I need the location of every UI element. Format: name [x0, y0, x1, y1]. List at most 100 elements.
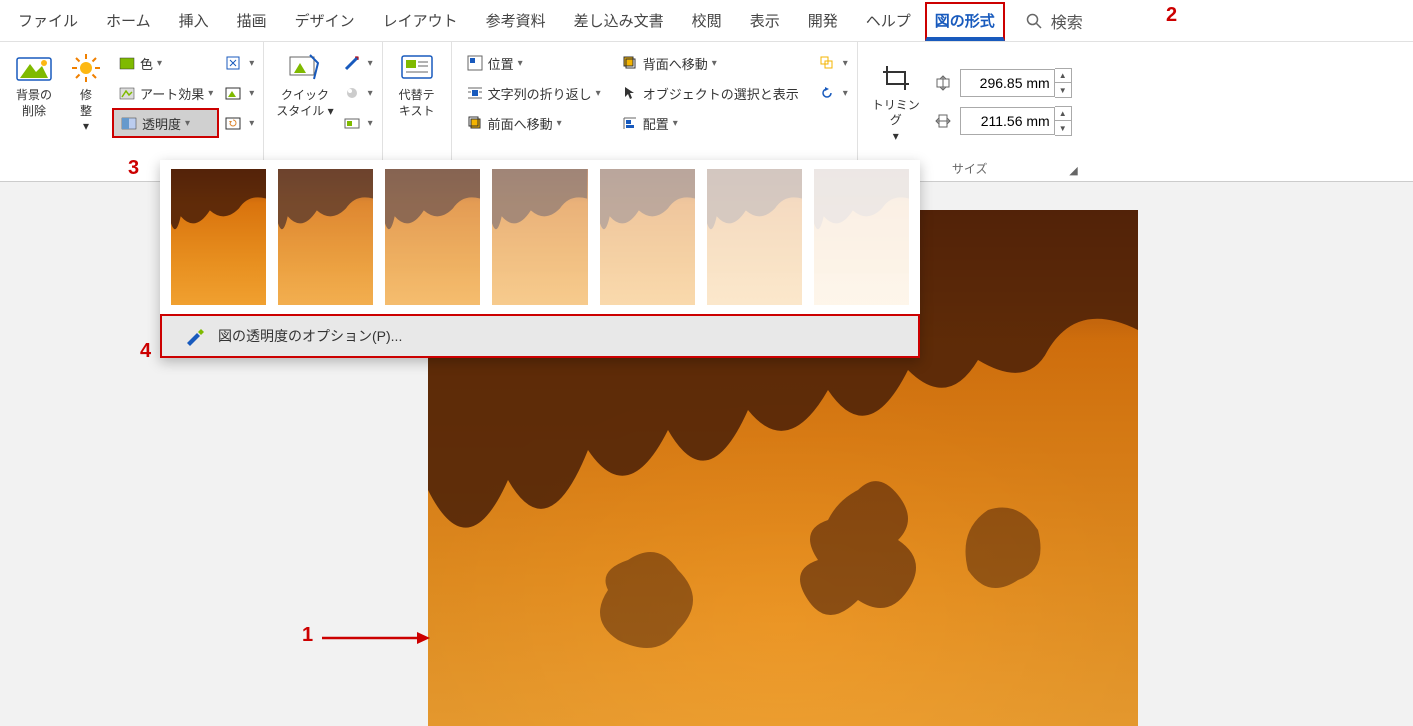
tab-picture-format[interactable]: 図の形式 — [925, 2, 1005, 41]
preset-3[interactable] — [491, 168, 588, 306]
preset-5[interactable] — [706, 168, 803, 306]
wrap-text-label: 文字列の折り返し — [488, 84, 592, 103]
alt-text-l2: キスト — [399, 104, 435, 118]
tab-review[interactable]: 校閲 — [678, 0, 736, 41]
remove-background-button[interactable]: 背景の削除 — [8, 48, 60, 121]
corrections-icon — [68, 50, 104, 86]
annotation-3: 3 — [128, 157, 139, 180]
rotate-button[interactable]: ▾ — [813, 78, 849, 108]
position-label: 位置 — [488, 54, 514, 73]
quick-styles-icon — [287, 50, 323, 86]
corrections-button[interactable]: 修整▾ — [60, 48, 112, 137]
selection-pane-label: オブジェクトの選択と表示 — [643, 84, 799, 103]
compress-icon — [225, 54, 241, 72]
tab-view[interactable]: 表示 — [736, 0, 794, 41]
preset-6[interactable] — [813, 168, 910, 306]
preset-0[interactable] — [170, 168, 267, 306]
alt-text-l1: 代替テ — [399, 88, 435, 102]
bring-forward-label: 前面へ移動 — [488, 114, 553, 133]
annotation-1: 1 — [302, 624, 313, 647]
search-icon — [1025, 12, 1043, 30]
rotate-icon — [819, 84, 835, 102]
color-label: 色 — [140, 54, 153, 73]
transparency-dropdown: 図の透明度のオプション(P)... — [160, 160, 920, 358]
artistic-effects-button[interactable]: アート効果▾ — [112, 78, 219, 108]
width-icon — [932, 110, 954, 132]
change-picture-button[interactable]: ▾ — [219, 78, 255, 108]
send-backward-icon — [621, 54, 639, 72]
selection-icon — [621, 84, 639, 102]
reset-picture-button[interactable]: ▾ — [219, 108, 255, 138]
align-label: 配置 — [643, 114, 669, 133]
tab-references[interactable]: 参考資料 — [472, 0, 560, 41]
tab-file[interactable]: ファイル — [4, 0, 92, 41]
height-down[interactable]: ▼ — [1055, 83, 1071, 97]
width-up[interactable]: ▲ — [1055, 107, 1071, 121]
quick-styles-button[interactable]: クイックスタイル ▾ — [272, 48, 337, 121]
remove-bg-label-1: 背景の — [16, 88, 52, 102]
preset-4[interactable] — [599, 168, 696, 306]
preset-1[interactable] — [277, 168, 374, 306]
crop-button[interactable]: トリミング▾ — [868, 58, 924, 147]
tab-developer[interactable]: 開発 — [794, 0, 852, 41]
corrections-label-2: 整 — [80, 104, 92, 118]
quick-style-l1: クイック — [281, 88, 329, 102]
change-picture-icon — [225, 84, 241, 102]
remove-bg-label-2: 削除 — [22, 104, 46, 118]
tab-mailings[interactable]: 差し込み文書 — [560, 0, 678, 41]
transparency-options-label: 図の透明度のオプション(P)... — [218, 326, 402, 346]
height-spinner[interactable]: ▲▼ — [932, 68, 1072, 98]
picture-border-button[interactable]: ▾ — [338, 48, 374, 78]
crop-l2: グ — [890, 113, 902, 127]
picture-effects-button[interactable]: ▾ — [338, 78, 374, 108]
corrections-label-1: 修 — [80, 88, 92, 102]
tab-design[interactable]: デザイン — [281, 0, 369, 41]
group-icon — [819, 54, 835, 72]
annotation-4: 4 — [140, 340, 151, 363]
width-input[interactable] — [960, 107, 1055, 135]
tab-draw[interactable]: 描画 — [223, 0, 281, 41]
send-backward-label: 背面へ移動 — [643, 54, 708, 73]
transparency-button[interactable]: 透明度▾ — [112, 108, 219, 138]
bring-forward-button[interactable]: 前面へ移動▾ — [460, 108, 607, 138]
layout-icon — [344, 114, 360, 132]
wrap-text-button[interactable]: 文字列の折り返し▾ — [460, 78, 607, 108]
quick-style-l2: スタイル — [276, 104, 324, 118]
height-input[interactable] — [960, 69, 1055, 97]
artistic-effects-label: アート効果 — [140, 84, 204, 103]
tab-home[interactable]: ホーム — [92, 0, 165, 41]
transparency-options-item[interactable]: 図の透明度のオプション(P)... — [160, 314, 920, 358]
picture-layout-button[interactable]: ▾ — [338, 108, 374, 138]
send-backward-button[interactable]: 背面へ移動▾ — [615, 48, 805, 78]
tab-help[interactable]: ヘルプ — [852, 0, 925, 41]
transparency-presets — [160, 168, 920, 314]
width-down[interactable]: ▼ — [1055, 121, 1071, 135]
transparency-label: 透明度 — [142, 114, 181, 133]
width-spinner[interactable]: ▲▼ — [932, 106, 1072, 136]
group-objects-button[interactable]: ▾ — [813, 48, 849, 78]
color-button[interactable]: 色▾ — [112, 48, 219, 78]
compress-pictures-button[interactable]: ▾ — [219, 48, 255, 78]
transparency-icon — [120, 114, 138, 132]
align-icon — [621, 114, 639, 132]
selection-pane-button[interactable]: オブジェクトの選択と表示 — [615, 78, 805, 108]
position-button[interactable]: 位置▾ — [460, 48, 607, 78]
search-box[interactable]: 検索 — [1025, 9, 1083, 33]
position-icon — [466, 54, 484, 72]
preset-2[interactable] — [384, 168, 481, 306]
transparency-options-icon — [182, 324, 206, 348]
effects-icon — [344, 84, 360, 102]
bring-forward-icon — [466, 114, 484, 132]
tab-layout[interactable]: レイアウト — [369, 0, 472, 41]
wrap-icon — [466, 84, 484, 102]
size-dialog-launcher[interactable]: ◢ — [1069, 164, 1077, 177]
alt-text-button[interactable]: 代替テキスト — [391, 48, 443, 121]
align-button[interactable]: 配置▾ — [615, 108, 805, 138]
remove-bg-icon — [16, 50, 52, 86]
ribbon-tab-bar: ファイル ホーム 挿入 描画 デザイン レイアウト 参考資料 差し込み文書 校閲… — [0, 0, 1413, 42]
tab-insert[interactable]: 挿入 — [165, 0, 223, 41]
annotation-arrow-icon — [322, 628, 432, 648]
search-label: 検索 — [1051, 9, 1083, 33]
crop-l1: トリミン — [872, 98, 920, 112]
height-up[interactable]: ▲ — [1055, 69, 1071, 83]
